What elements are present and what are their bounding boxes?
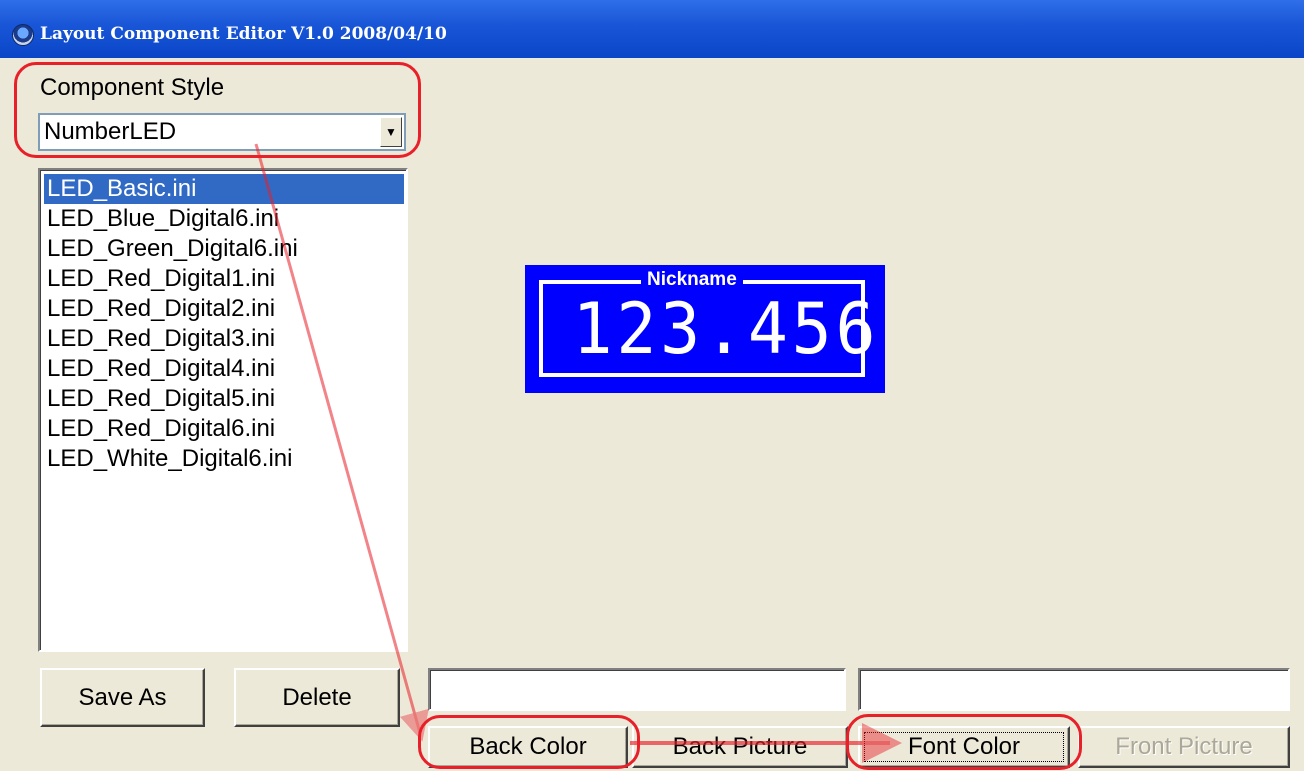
arrow-to-back-color (254, 143, 429, 742)
annotation-arrows (254, 143, 902, 763)
